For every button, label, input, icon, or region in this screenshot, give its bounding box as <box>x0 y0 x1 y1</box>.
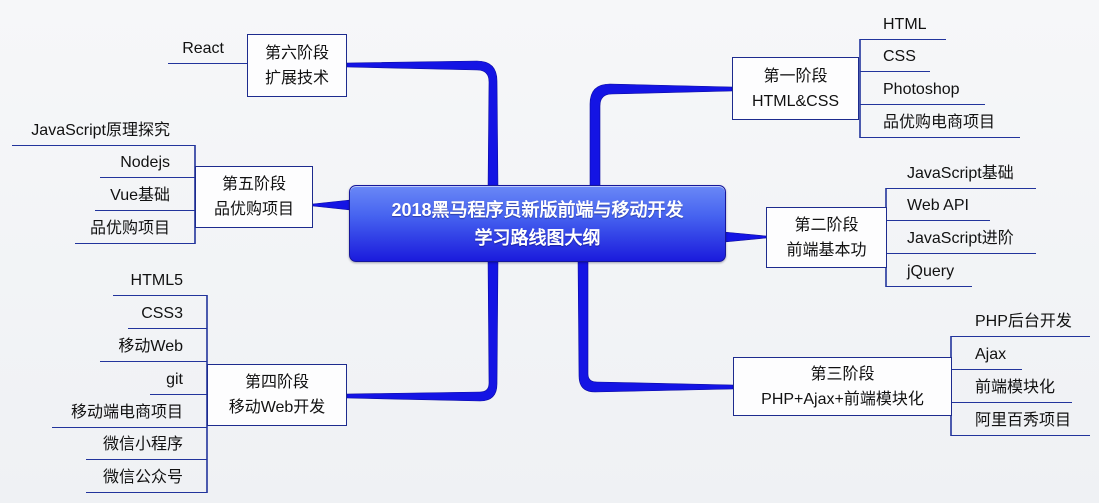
stage5-item: Vue基础 <box>95 183 195 211</box>
connector-stage2 <box>723 231 767 243</box>
stage5-subtitle: 品优购项目 <box>213 201 294 218</box>
stage3-item: PHP后台开发 <box>951 309 1090 337</box>
stage5-node: 第五阶段 品优购项目 <box>195 166 313 228</box>
stage1-item: CSS <box>860 44 930 72</box>
connector-stage5 <box>312 199 352 211</box>
stage2-subtitle: 前端基本功 <box>786 241 867 259</box>
stage4-node: 第四阶段 移动Web开发 <box>207 364 347 426</box>
stage3-item: 前端模块化 <box>951 375 1072 403</box>
stage5-item: 品优购项目 <box>75 216 195 244</box>
stage4-item: 移动端电商项目 <box>52 400 207 428</box>
connector-stage1 <box>589 83 733 191</box>
stage4-item: 移动Web <box>100 334 207 362</box>
stage4-item: git <box>150 367 207 395</box>
connector-stage3 <box>577 257 734 393</box>
stage3-item: 阿里百秀项目 <box>951 408 1090 436</box>
stage6-node: 第六阶段 扩展技术 <box>247 34 347 97</box>
stage3-subtitle: PHP+Ajax+前端模块化 <box>761 390 924 408</box>
stage4-title: 第四阶段 <box>244 374 309 391</box>
stage5-item: Nodejs <box>100 150 195 178</box>
stage1-node: 第一阶段 HTML&CSS <box>732 57 859 120</box>
stage2-item: JavaScript基础 <box>886 161 1036 189</box>
stage4-item: 微信公众号 <box>86 465 207 493</box>
stage3-item: Ajax <box>951 342 1022 370</box>
stage2-node: 第二阶段 前端基本功 <box>766 207 887 268</box>
central-topic: 2018黑马程序员新版前端与移动开发 学习路线图大纲 <box>349 185 726 262</box>
connector-stage4 <box>346 257 499 402</box>
stage6-item: React <box>168 36 247 64</box>
stage5-title: 第五阶段 <box>221 176 286 193</box>
stage6-subtitle: 扩展技术 <box>264 69 329 87</box>
stage3-title: 第三阶段 <box>810 365 875 383</box>
stage2-item: JavaScript进阶 <box>886 226 1036 254</box>
central-topic-line2: 学习路线图大纲 <box>474 227 601 248</box>
mind-map: 2018黑马程序员新版前端与移动开发 学习路线图大纲 第一阶段 HTML&CSS… <box>0 0 1099 503</box>
stage2-title: 第二阶段 <box>794 216 859 234</box>
central-topic-line1: 2018黑马程序员新版前端与移动开发 <box>391 199 684 220</box>
connector-stage6 <box>346 60 499 191</box>
stage4-subtitle: 移动Web开发 <box>228 399 326 416</box>
stage2-item: jQuery <box>886 259 972 287</box>
stage1-subtitle: HTML&CSS <box>751 92 840 110</box>
stage4-item: HTML5 <box>113 268 207 296</box>
stage4-item: 微信小程序 <box>86 432 207 460</box>
stage1-item: 品优购电商项目 <box>860 110 1020 138</box>
stage4-item: CSS3 <box>128 301 207 329</box>
stage1-item: HTML <box>860 12 946 40</box>
stage1-item: Photoshop <box>860 77 985 105</box>
stage2-item: Web API <box>886 193 990 221</box>
stage3-node: 第三阶段 PHP+Ajax+前端模块化 <box>733 357 952 416</box>
stage1-title: 第一阶段 <box>763 67 828 85</box>
stage5-item: JavaScript原理探究 <box>12 118 195 146</box>
stage6-title: 第六阶段 <box>264 44 329 62</box>
